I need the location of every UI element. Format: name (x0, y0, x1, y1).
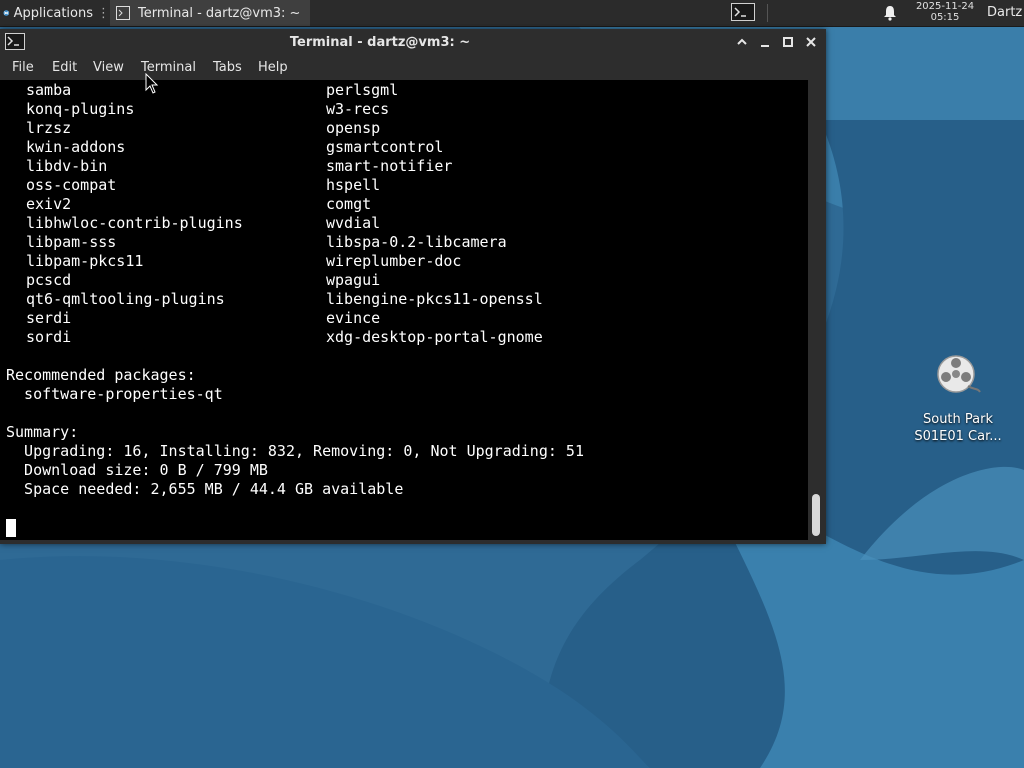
summary-line: Download size: 0 B / 799 MB (6, 461, 268, 479)
package-name: libpam-sss (26, 233, 117, 251)
package-name: kwin-addons (26, 138, 126, 156)
package-name: wpagui (326, 271, 381, 289)
package-name: libspa-0.2-libcamera (326, 233, 507, 251)
package-name: sordi (26, 328, 72, 346)
window-titlebar[interactable]: Terminal - dartz@vm3: ~ (0, 29, 826, 56)
package-name: comgt (326, 195, 372, 213)
package-name: evince (326, 309, 381, 327)
package-name: smart-notifier (326, 157, 453, 175)
package-name: oss-compat (26, 176, 117, 194)
desktop-icon-label-line2: S01E01 Car... (914, 429, 1002, 444)
menu-edit[interactable]: Edit (52, 60, 77, 75)
package-name: opensp (326, 119, 381, 137)
close-button[interactable] (802, 33, 820, 51)
panel-divider (767, 4, 768, 22)
terminal-window: Terminal - dartz@vm3: ~ File Edit View T… (0, 29, 826, 544)
applications-label: Applications (13, 5, 93, 21)
package-name: libpam-pkcs11 (26, 252, 144, 270)
panel-clock[interactable]: 2025-11-24 05:15 (908, 1, 982, 25)
recommended-item: software-properties-qt (6, 385, 223, 403)
package-name: w3-recs (326, 100, 390, 118)
clock-date: 2025-11-24 (915, 1, 975, 12)
user-menu[interactable]: Dartz (987, 0, 1022, 26)
shade-button[interactable] (733, 33, 751, 51)
clock-time: 05:15 (930, 12, 960, 23)
minimize-icon (761, 45, 769, 47)
package-name: qt6-qmltooling-plugins (26, 290, 225, 308)
package-name: serdi (26, 309, 72, 327)
package-name: exiv2 (26, 195, 72, 213)
package-name: wvdial (326, 214, 381, 232)
menu-file[interactable]: File (12, 60, 34, 75)
minimize-button[interactable] (756, 33, 774, 51)
package-name: konq-plugins (26, 100, 135, 118)
package-name: lrzsz (26, 119, 72, 137)
package-name: samba (26, 81, 72, 99)
desktop-icon-label-line1: South Park (922, 412, 993, 427)
window-title: Terminal - dartz@vm3: ~ (289, 35, 471, 50)
menu-help[interactable]: Help (258, 60, 288, 75)
package-name: wireplumber-doc (326, 252, 462, 270)
menu-tabs[interactable]: Tabs (213, 60, 242, 75)
maximize-icon (783, 37, 793, 47)
taskbar-item-label: Terminal - dartz@vm3: ~ (138, 5, 301, 21)
terminal-output[interactable]: samba perlsgml konq-plugins w3-recs lrzsz ope… (0, 80, 808, 540)
package-name: perlsgml (326, 81, 399, 99)
video-reel-icon (937, 355, 981, 393)
terminal-launcher-button[interactable] (729, 1, 757, 23)
package-name: libdv-bin (26, 157, 108, 175)
taskbar-item-terminal[interactable]: Terminal - dartz@vm3: ~ (110, 0, 310, 26)
summary-line: Upgrading: 16, Installing: 832, Removing… (6, 442, 584, 460)
top-panel: Applications ⋮ Terminal - dartz@vm3: ~ 2… (0, 0, 1024, 27)
close-icon (806, 37, 816, 47)
package-name: libengine-pkcs11-openssl (326, 290, 543, 308)
menu-bar: File Edit View Terminal Tabs Help (0, 56, 826, 80)
maximize-button[interactable] (779, 33, 797, 51)
text-cursor (6, 519, 16, 537)
package-name: libhwloc-contrib-plugins (26, 214, 243, 232)
package-name: gsmartcontrol (326, 138, 444, 156)
terminal-icon (731, 3, 755, 21)
desktop-icon-video[interactable]: South Park S01E01 Car... (905, 352, 1011, 445)
summary-header: Summary: (6, 423, 79, 441)
package-name: xdg-desktop-portal-gnome (326, 328, 543, 346)
package-name: hspell (326, 176, 381, 194)
panel-separator-glyph: ⋮ (97, 5, 110, 21)
terminal-scrollbar[interactable] (808, 80, 826, 540)
applications-menu-button[interactable]: Applications ⋮ (0, 0, 110, 26)
scrollbar-thumb[interactable] (812, 494, 820, 536)
terminal-icon (116, 6, 130, 20)
mouse-pointer-icon (145, 73, 159, 94)
xfce-icon (3, 10, 10, 16)
bell-icon[interactable] (881, 4, 899, 22)
recommended-header: Recommended packages: (6, 366, 196, 384)
menu-view[interactable]: View (93, 60, 124, 75)
summary-line: Space needed: 2,655 MB / 44.4 GB availab… (6, 480, 404, 498)
chevron-up-icon (737, 38, 747, 45)
package-name: pcscd (26, 271, 72, 289)
